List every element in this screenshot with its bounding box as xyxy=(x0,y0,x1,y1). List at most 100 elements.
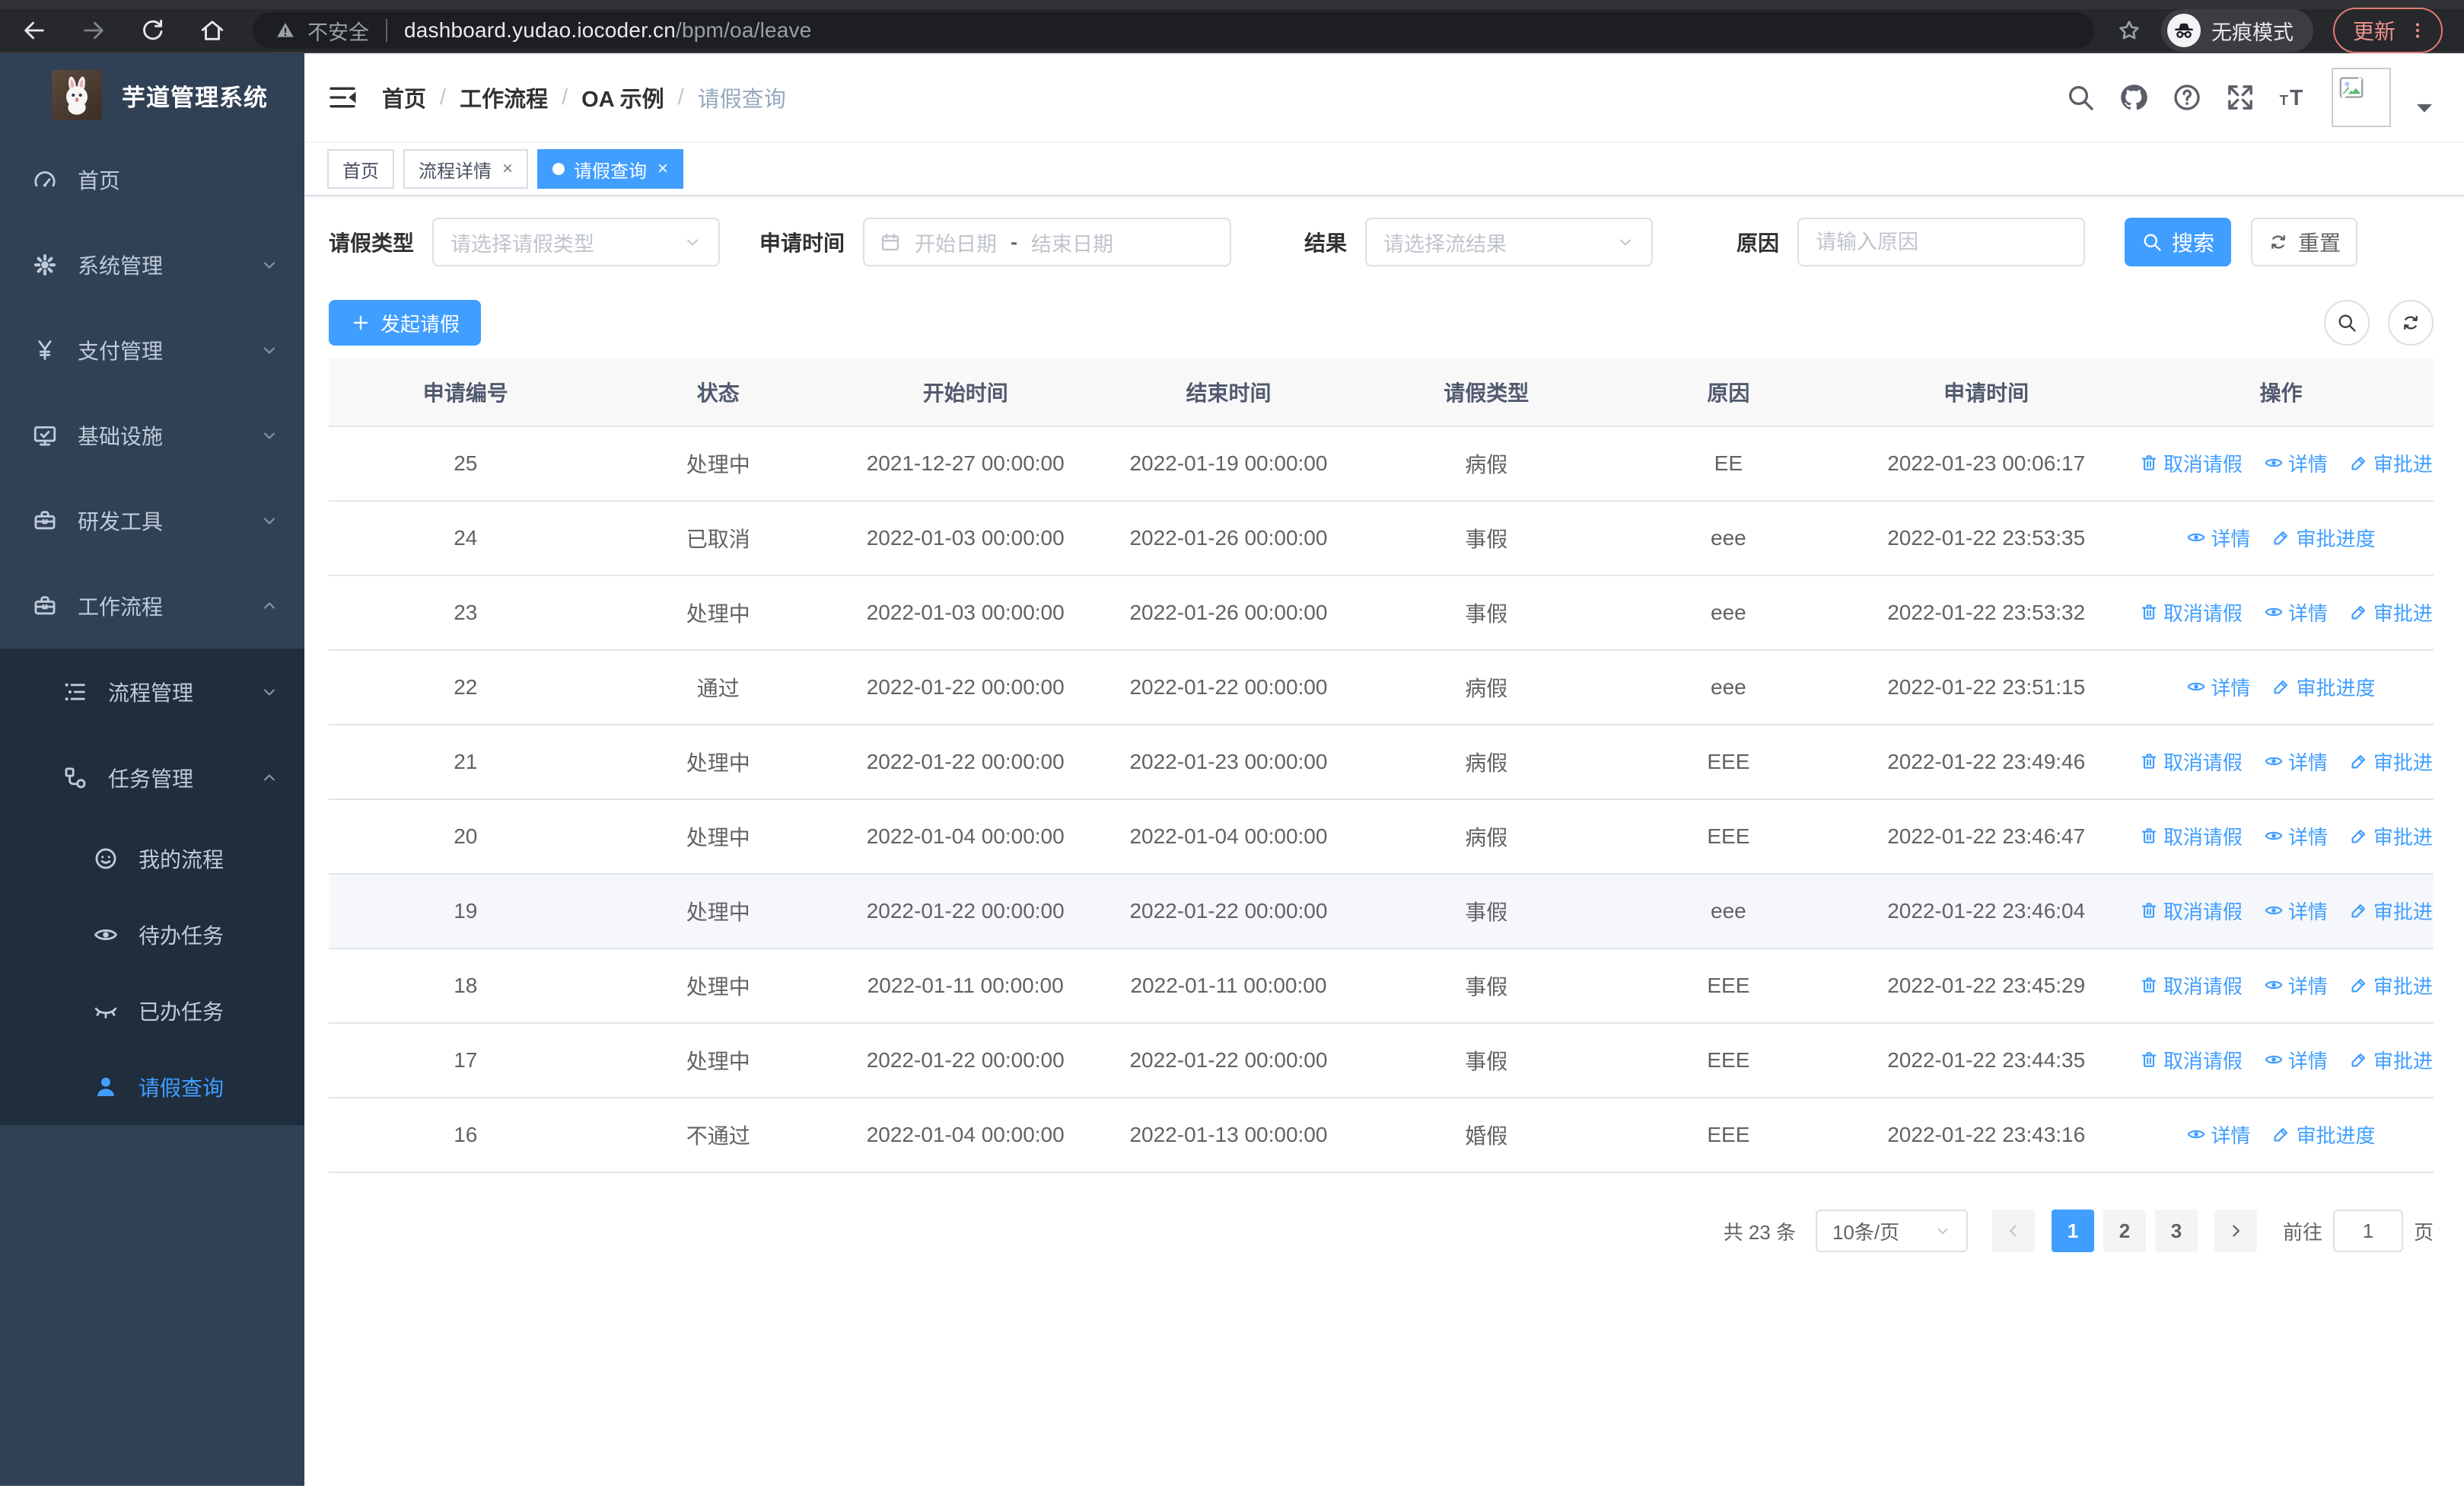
security-label[interactable]: 不安全 xyxy=(307,16,369,46)
browser-menu-icon[interactable] xyxy=(2408,21,2427,40)
close-icon[interactable]: × xyxy=(502,158,513,180)
sidebar-item-系统管理[interactable]: 系统管理 xyxy=(0,222,304,308)
progress-action-link[interactable]: 审批进度 xyxy=(2349,822,2434,850)
prev-page-button[interactable] xyxy=(1991,1210,2035,1252)
detail-action-link[interactable]: 详情 xyxy=(2264,822,2328,850)
url-bar[interactable]: 不安全 dashboard.yudao.iocoder.cn/bpm/oa/le… xyxy=(253,12,2094,49)
leave-type-label: 请假类型 xyxy=(329,231,415,255)
detail-action-link[interactable]: 详情 xyxy=(2264,598,2328,626)
progress-action-link[interactable]: 审批进度 xyxy=(2349,1046,2434,1074)
cancel-action-link[interactable]: 取消请假 xyxy=(2139,897,2243,925)
sidebar-item-请假查询[interactable]: 请假查询 xyxy=(0,1049,304,1125)
progress-action-link[interactable]: 审批进度 xyxy=(2349,897,2434,925)
sidebar-item-我的流程[interactable]: 我的流程 xyxy=(0,821,304,897)
progress-action-link[interactable]: 审批进度 xyxy=(2349,449,2434,477)
cell-reason: eee xyxy=(1612,501,1845,576)
avatar-caret-icon[interactable] xyxy=(2409,92,2440,123)
cancel-action-link[interactable]: 取消请假 xyxy=(2139,971,2243,999)
col-end: 结束时间 xyxy=(1097,358,1361,427)
page-button-2[interactable]: 2 xyxy=(2103,1210,2146,1252)
delete-icon xyxy=(2139,975,2159,995)
cancel-action-link[interactable]: 取消请假 xyxy=(2139,822,2243,850)
result-select[interactable]: 请选择流结果 xyxy=(1365,218,1654,266)
fullscreen-icon[interactable] xyxy=(2225,82,2255,113)
home-icon[interactable] xyxy=(199,18,225,43)
sidebar-item-支付管理[interactable]: 支付管理 xyxy=(0,308,304,393)
cancel-action-link[interactable]: 取消请假 xyxy=(2139,449,2243,477)
progress-action-link[interactable]: 审批进度 xyxy=(2349,598,2434,626)
sidebar-item-基础设施[interactable]: 基础设施 xyxy=(0,393,304,478)
detail-action-link[interactable]: 详情 xyxy=(2186,673,2250,701)
edit-icon xyxy=(2349,453,2369,473)
action-label: 审批进度 xyxy=(2296,1124,2376,1147)
cancel-action-link[interactable]: 取消请假 xyxy=(2139,598,2243,626)
sidebar-item-研发工具[interactable]: 研发工具 xyxy=(0,478,304,563)
sidebar-item-已办任务[interactable]: 已办任务 xyxy=(0,973,304,1049)
sidebar-item-工作流程[interactable]: 工作流程 xyxy=(0,563,304,649)
col-id: 申请编号 xyxy=(329,358,603,427)
end-date-placeholder[interactable]: 结束日期 xyxy=(1031,228,1113,257)
bookmark-star-icon[interactable] xyxy=(2117,18,2141,43)
page-button-3[interactable]: 3 xyxy=(2154,1210,2198,1252)
toggle-search-button[interactable] xyxy=(2324,300,2370,346)
breadcrumb-item[interactable]: OA 示例 xyxy=(581,81,664,113)
reset-button[interactable]: 重置 xyxy=(2251,218,2358,266)
cell-start: 2022-01-03 00:00:00 xyxy=(833,575,1097,651)
progress-action-link[interactable]: 审批进度 xyxy=(2271,524,2375,552)
detail-action-link[interactable]: 详情 xyxy=(2264,748,2328,776)
close-icon[interactable]: × xyxy=(657,158,668,180)
search-icon[interactable] xyxy=(2065,82,2096,113)
progress-action-link[interactable]: 审批进度 xyxy=(2349,748,2434,776)
apply-time-range-picker[interactable]: 开始日期 - 结束日期 xyxy=(863,218,1232,266)
github-icon[interactable] xyxy=(2119,82,2149,113)
start-date-placeholder[interactable]: 开始日期 xyxy=(915,228,997,257)
sidebar-item-label: 请假查询 xyxy=(138,1076,224,1100)
chevron-down-icon xyxy=(260,683,279,701)
goto-page-input[interactable] xyxy=(2332,1210,2403,1252)
create-leave-button[interactable]: 发起请假 xyxy=(329,300,482,346)
edit-icon xyxy=(2271,1124,2291,1144)
breadcrumb-item[interactable]: 首页 xyxy=(382,81,426,113)
detail-action-link[interactable]: 详情 xyxy=(2186,1120,2250,1149)
cancel-action-link[interactable]: 取消请假 xyxy=(2139,1046,2243,1074)
page-button-1[interactable]: 1 xyxy=(2051,1210,2094,1252)
cell-end: 2022-01-22 00:00:00 xyxy=(1097,1023,1361,1098)
forward-icon[interactable] xyxy=(81,18,107,43)
help-icon[interactable] xyxy=(2172,82,2202,113)
tab-请假查询[interactable]: 请假查询 × xyxy=(537,149,684,189)
sidebar-item-流程管理[interactable]: 流程管理 xyxy=(0,649,304,735)
detail-action-link[interactable]: 详情 xyxy=(2264,1046,2328,1074)
url-text[interactable]: dashboard.yudao.iocoder.cn/bpm/oa/leave xyxy=(404,18,812,43)
sidebar-item-待办任务[interactable]: 待办任务 xyxy=(0,897,304,973)
breadcrumb-item[interactable]: 工作流程 xyxy=(460,81,548,113)
page-size-select[interactable]: 10条/页 xyxy=(1815,1210,1968,1252)
detail-action-link[interactable]: 详情 xyxy=(2264,897,2328,925)
back-icon[interactable] xyxy=(21,18,47,43)
reload-icon[interactable] xyxy=(140,18,166,43)
cancel-action-link[interactable]: 取消请假 xyxy=(2139,748,2243,776)
tab-流程详情[interactable]: 流程详情 × xyxy=(403,149,529,189)
cell-reason: eee xyxy=(1612,874,1845,949)
browser-update-button[interactable]: 更新 xyxy=(2332,8,2443,53)
tab-首页[interactable]: 首页 xyxy=(327,149,394,189)
hamburger-icon[interactable] xyxy=(327,82,358,113)
detail-action-link[interactable]: 详情 xyxy=(2264,971,2328,999)
next-page-button[interactable] xyxy=(2214,1210,2257,1252)
refresh-table-button[interactable] xyxy=(2388,300,2434,346)
app-logo[interactable]: 芋道管理系统 xyxy=(0,53,304,137)
detail-action-link[interactable]: 详情 xyxy=(2264,449,2328,477)
font-size-icon[interactable]: TT xyxy=(2278,82,2309,113)
briefcase-icon xyxy=(32,593,58,619)
avatar[interactable] xyxy=(2332,68,2391,127)
progress-action-link[interactable]: 审批进度 xyxy=(2349,971,2434,999)
progress-action-link[interactable]: 审批进度 xyxy=(2271,673,2375,701)
search-button[interactable]: 搜索 xyxy=(2125,218,2232,266)
sidebar-item-首页[interactable]: 首页 xyxy=(0,137,304,222)
progress-action-link[interactable]: 审批进度 xyxy=(2271,1120,2375,1149)
incognito-badge: 无痕模式 xyxy=(2160,9,2313,52)
update-label[interactable]: 更新 xyxy=(2353,15,2396,46)
leave-type-select[interactable]: 请选择请假类型 xyxy=(432,218,721,266)
sidebar-item-任务管理[interactable]: 任务管理 xyxy=(0,735,304,821)
reason-input[interactable] xyxy=(1816,230,2068,254)
detail-action-link[interactable]: 详情 xyxy=(2186,524,2250,552)
